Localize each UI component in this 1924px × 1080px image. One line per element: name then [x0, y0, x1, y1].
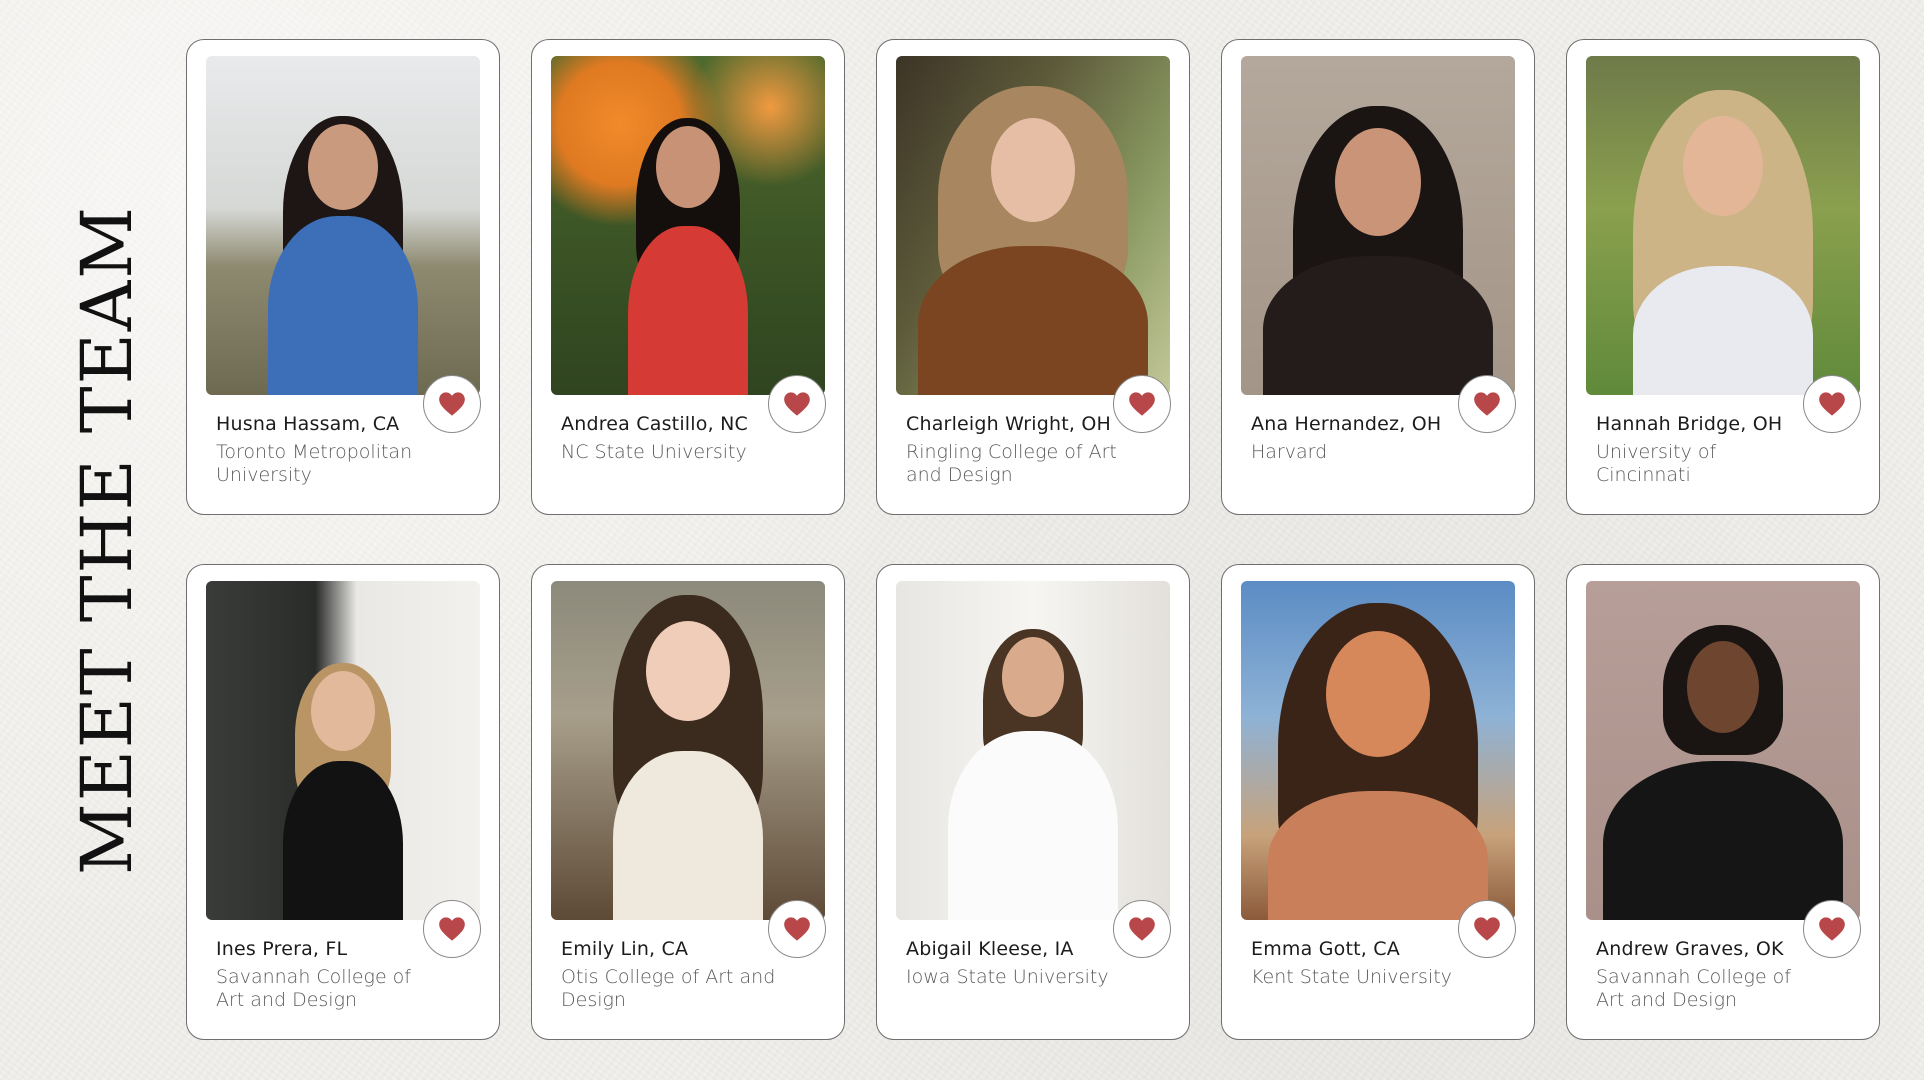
favorite-button[interactable] [1113, 375, 1171, 433]
heart-icon [1129, 392, 1155, 416]
profile-photo [1241, 56, 1515, 395]
team-card: Hannah Bridge, OH University of Cincinna… [1566, 39, 1880, 515]
profile-photo [206, 56, 480, 395]
heart-icon [1819, 917, 1845, 941]
heart-icon [439, 392, 465, 416]
profile-photo [1241, 581, 1515, 920]
heart-icon [1129, 917, 1155, 941]
heart-icon [439, 917, 465, 941]
team-grid: Husna Hassam, CA Toronto Metropolitan Un… [186, 39, 1880, 1040]
member-school: NC State University [561, 441, 747, 463]
member-school: Savannah College of Art and Design [1596, 966, 1791, 1011]
member-school: Kent State University [1251, 966, 1452, 988]
favorite-button[interactable] [1803, 375, 1861, 433]
team-card: Charleigh Wright, OH Ringling College of… [876, 39, 1190, 515]
profile-photo [1586, 581, 1860, 920]
profile-photo [206, 581, 480, 920]
profile-photo [551, 581, 825, 920]
profile-photo [896, 56, 1170, 395]
favorite-button[interactable] [768, 900, 826, 958]
team-card: Andrea Castillo, NC NC State University [531, 39, 845, 515]
team-card: Husna Hassam, CA Toronto Metropolitan Un… [186, 39, 500, 515]
team-card: Ana Hernandez, OH Harvard [1221, 39, 1535, 515]
heart-icon [1819, 392, 1845, 416]
team-card: Emily Lin, CA Otis College of Art and De… [531, 564, 845, 1040]
page-title-container: MEET THE TEAM [66, 205, 148, 875]
favorite-button[interactable] [1458, 375, 1516, 433]
member-school: Iowa State University [906, 966, 1109, 988]
member-school: Ringling College of Art and Design [906, 441, 1117, 486]
profile-photo [896, 581, 1170, 920]
heart-icon [784, 392, 810, 416]
favorite-button[interactable] [423, 900, 481, 958]
member-school: Otis College of Art and Design [561, 966, 776, 1011]
favorite-button[interactable] [1803, 900, 1861, 958]
profile-photo [1586, 56, 1860, 395]
team-card: Emma Gott, CA Kent State University [1221, 564, 1535, 1040]
member-school: Savannah College of Art and Design [216, 966, 411, 1011]
favorite-button[interactable] [1458, 900, 1516, 958]
member-school: University of Cincinnati [1596, 441, 1717, 486]
team-card: Abigail Kleese, IA Iowa State University [876, 564, 1190, 1040]
heart-icon [1474, 392, 1500, 416]
heart-icon [784, 917, 810, 941]
page-title: MEET THE TEAM [66, 205, 149, 875]
member-school: Harvard [1251, 441, 1328, 463]
favorite-button[interactable] [768, 375, 826, 433]
profile-photo [551, 56, 825, 395]
favorite-button[interactable] [1113, 900, 1171, 958]
member-school: Toronto Metropolitan University [216, 441, 413, 486]
team-card: Ines Prera, FL Savannah College of Art a… [186, 564, 500, 1040]
favorite-button[interactable] [423, 375, 481, 433]
heart-icon [1474, 917, 1500, 941]
team-card: Andrew Graves, OK Savannah College of Ar… [1566, 564, 1880, 1040]
